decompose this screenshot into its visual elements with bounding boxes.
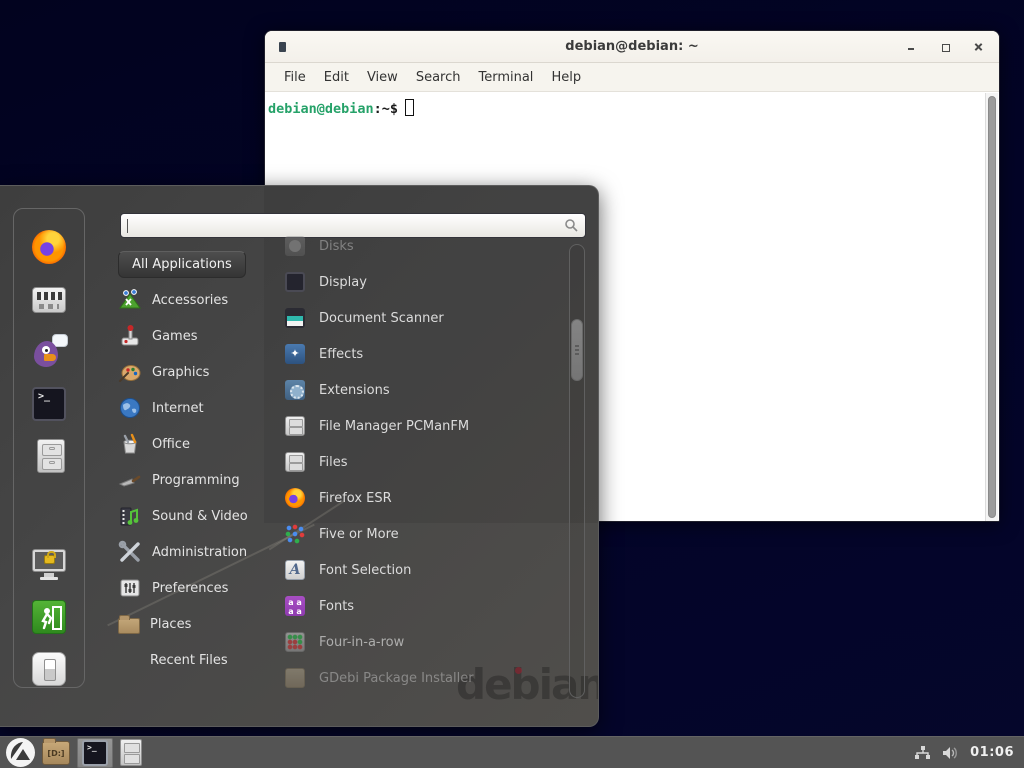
extensions-icon [285, 380, 305, 400]
app-font-selection[interactable]: Font Selection [285, 552, 567, 588]
app-file-manager-pcmanfm[interactable]: File Manager PCManFM [285, 408, 567, 444]
graphics-icon [118, 360, 142, 384]
firefox-icon [285, 488, 305, 508]
lock-screen-icon [32, 547, 66, 581]
accessories-icon [118, 288, 142, 312]
menu-edit[interactable]: Edit [315, 70, 358, 85]
app-disks[interactable]: Disks [285, 228, 567, 264]
category-places[interactable]: Places [118, 606, 268, 642]
category-recent-files[interactable]: Recent Files [118, 642, 268, 678]
files-launcher-button[interactable] [120, 739, 142, 766]
mixer-icon [32, 287, 66, 313]
menu-view[interactable]: View [358, 70, 407, 85]
app-display[interactable]: Display [285, 264, 567, 300]
category-programming[interactable]: Programming [118, 462, 268, 498]
app-document-scanner[interactable]: Document Scanner [285, 300, 567, 336]
internet-icon [118, 396, 142, 420]
prompt-user-host: debian@debian [268, 101, 374, 117]
maximize-button[interactable] [939, 41, 951, 53]
menu-icon [6, 738, 35, 767]
files-icon [37, 439, 65, 473]
administration-icon [118, 540, 142, 564]
favorites-sidebar [13, 208, 85, 688]
games-icon [118, 324, 142, 348]
favorite-terminal-button[interactable] [31, 386, 67, 422]
category-accessories[interactable]: Accessories [118, 282, 268, 318]
menu-search[interactable]: Search [407, 70, 470, 85]
terminal-cursor [405, 99, 414, 116]
app-five-or-more[interactable]: Five or More [285, 516, 567, 552]
terminal-scrollbar[interactable] [985, 93, 998, 521]
log-out-button[interactable] [31, 599, 67, 635]
programming-icon [118, 468, 142, 492]
sound-video-icon [118, 504, 142, 528]
places-icon [118, 618, 140, 634]
terminal-titlebar[interactable]: debian@debian: ~ [265, 31, 999, 63]
pidgin-icon [32, 334, 66, 368]
category-graphics[interactable]: Graphics [118, 354, 268, 390]
menu-scrollbar-thumb[interactable] [571, 319, 583, 381]
favorite-mixer-button[interactable] [31, 281, 67, 317]
shut-down-button[interactable] [31, 651, 67, 687]
lock-screen-button[interactable] [31, 546, 67, 582]
four-in-a-row-icon [285, 632, 305, 652]
text-caret [127, 219, 128, 233]
preferences-icon [118, 576, 142, 600]
favorite-files-button[interactable] [31, 439, 67, 475]
taskbar: 01:06 [0, 736, 1024, 768]
network-icon[interactable] [914, 745, 932, 761]
terminal-scrollbar-thumb[interactable] [988, 96, 996, 518]
prompt-path: :~$ [374, 101, 398, 117]
category-office[interactable]: Office [118, 426, 268, 462]
menu-terminal[interactable]: Terminal [469, 70, 542, 85]
app-files[interactable]: Files [285, 444, 567, 480]
category-list: All Applications Accessories Games [118, 246, 268, 678]
terminal-icon [32, 387, 66, 421]
fonts-icon [285, 596, 305, 616]
favorite-pidgin-button[interactable] [31, 333, 67, 369]
office-icon [118, 432, 142, 456]
minimize-button[interactable] [905, 41, 917, 53]
terminal-icon [82, 740, 108, 766]
app-extensions[interactable]: Extensions [285, 372, 567, 408]
file-manager-launcher-button[interactable] [42, 741, 70, 765]
clock[interactable]: 01:06 [970, 745, 1014, 760]
file-cabinet-icon [285, 416, 305, 436]
shell-prompt: debian@debian:~$ [268, 99, 414, 117]
shut-down-icon [32, 652, 66, 686]
menu-file[interactable]: File [275, 70, 315, 85]
taskbar-terminal-task[interactable] [77, 738, 113, 768]
disks-icon [285, 236, 305, 256]
applications-menu: debian [0, 185, 599, 727]
application-list: Disks Display Document Scanner Effects E… [285, 228, 567, 696]
effects-icon [285, 344, 305, 364]
log-out-icon [32, 600, 66, 634]
close-button[interactable] [973, 41, 985, 53]
favorite-firefox-button[interactable] [31, 229, 67, 265]
file-cabinet-icon [285, 452, 305, 472]
app-effects[interactable]: Effects [285, 336, 567, 372]
category-administration[interactable]: Administration [118, 534, 268, 570]
app-fonts[interactable]: Fonts [285, 588, 567, 624]
display-icon [285, 272, 305, 292]
category-sound-video[interactable]: Sound & Video [118, 498, 268, 534]
gdebi-icon [285, 668, 305, 688]
category-all-applications[interactable]: All Applications [118, 246, 268, 282]
menu-help[interactable]: Help [542, 70, 590, 85]
app-four-in-a-row[interactable]: Four-in-a-row [285, 624, 567, 660]
category-preferences[interactable]: Preferences [118, 570, 268, 606]
category-games[interactable]: Games [118, 318, 268, 354]
app-firefox-esr[interactable]: Firefox ESR [285, 480, 567, 516]
category-internet[interactable]: Internet [118, 390, 268, 426]
firefox-icon [32, 230, 66, 264]
five-or-more-icon [285, 524, 305, 544]
document-scanner-icon [285, 308, 305, 328]
terminal-title: debian@debian: ~ [265, 39, 999, 54]
menu-scrollbar[interactable] [569, 244, 585, 698]
menu-launcher-button[interactable] [6, 738, 35, 767]
font-selection-icon [285, 560, 305, 580]
app-gdebi-package-installer[interactable]: GDebi Package Installer [285, 660, 567, 696]
terminal-menubar: File Edit View Search Terminal Help [265, 63, 999, 92]
volume-icon[interactable] [942, 745, 960, 761]
